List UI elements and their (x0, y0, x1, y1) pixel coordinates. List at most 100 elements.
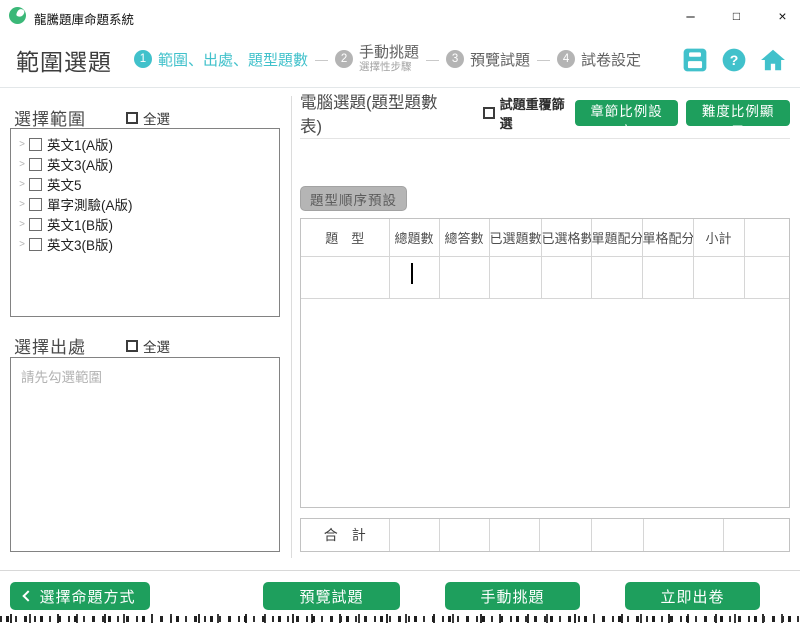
cell-selected-questions[interactable] (489, 256, 541, 298)
title-bar: 龍騰題庫命題系統 – □ × (0, 0, 800, 32)
step-2-sublabel: 選擇性步驟 (359, 62, 419, 74)
right-section-divider (300, 138, 790, 139)
source-title: 選擇出處 (14, 333, 86, 358)
step-separator: — (426, 52, 439, 67)
totals-table: 合 計 (300, 518, 790, 552)
chevron-right-icon[interactable]: > (15, 139, 29, 150)
col-extra (744, 219, 789, 256)
col-question-type: 題 型 (301, 219, 389, 256)
step-2-badge: 2 (335, 50, 353, 68)
step-4-label: 試卷設定 (581, 49, 641, 70)
col-total-questions: 總題數 (389, 219, 439, 256)
step-1[interactable]: 1 範圍、出處、題型題數 (134, 49, 308, 70)
source-placeholder: 請先勾選範圍 (21, 366, 269, 386)
totals-label: 合 計 (301, 519, 389, 551)
step-2[interactable]: 2 手動挑題 選擇性步驟 (335, 45, 419, 73)
app-logo-icon (9, 7, 26, 24)
source-section-header: 選擇出處 全選 (14, 333, 276, 358)
cell-points-per-question[interactable] (591, 256, 642, 298)
chevron-right-icon[interactable]: > (15, 239, 29, 250)
chevron-right-icon[interactable]: > (15, 159, 29, 170)
chapter-ratio-button[interactable]: 章節比例設定 (575, 100, 679, 126)
computer-select-title: 電腦選題(題型題數表) (300, 89, 455, 137)
step-1-label: 範圍、出處、題型題數 (158, 49, 308, 70)
generate-paper-button[interactable]: 立即出卷 (625, 582, 760, 610)
clipped-text-artifact (0, 613, 800, 623)
totals-cell (723, 519, 789, 551)
panel-divider (291, 96, 292, 558)
col-subtotal: 小計 (693, 219, 744, 256)
computer-select-header: 電腦選題(題型題數表) 試題重覆篩選 章節比例設定 難度比例顯示 (300, 99, 790, 126)
tree-item-0[interactable]: > 英文1(A版) (15, 134, 275, 154)
window-title: 龍騰題庫命題系統 (34, 9, 134, 28)
tree-item-2[interactable]: > 英文5 (15, 174, 275, 194)
source-select-all[interactable]: 全選 (126, 336, 170, 356)
back-to-method-button[interactable]: 選擇命題方式 (10, 582, 150, 610)
col-points-per-blank: 單格配分 (642, 219, 693, 256)
tree-item-1[interactable]: > 英文3(A版) (15, 154, 275, 174)
col-points-per-question: 單題配分 (591, 219, 642, 256)
maximize-button[interactable]: □ (714, 0, 759, 32)
cell-subtotal[interactable] (693, 256, 744, 298)
checkbox-icon[interactable] (29, 138, 42, 151)
text-cursor (411, 263, 413, 284)
close-button[interactable]: × (760, 0, 800, 32)
range-tree: > 英文1(A版) > 英文3(A版) > 英文5 > 單字測驗(A版) > 英… (10, 128, 280, 317)
step-separator: — (315, 52, 328, 67)
tree-item-3[interactable]: > 單字測驗(A版) (15, 194, 275, 214)
range-section-header: 選擇範圍 全選 (14, 105, 276, 130)
totals-cell (489, 519, 539, 551)
range-title: 選擇範圍 (14, 105, 86, 130)
chevron-right-icon[interactable]: > (15, 179, 29, 190)
preview-questions-button[interactable]: 預覽試題 (263, 582, 400, 610)
col-total-answers: 總答數 (439, 219, 489, 256)
app-header: 範圍選題 1 範圍、出處、題型題數 — 2 手動挑題 選擇性步驟 — 3 預覽試… (0, 32, 800, 88)
cell-extra (744, 256, 789, 298)
totals-cell (389, 519, 439, 551)
home-icon[interactable] (760, 47, 786, 73)
checkbox-icon[interactable] (126, 340, 138, 352)
tree-item-4[interactable]: > 英文1(B版) (15, 214, 275, 234)
app-window: 龍騰題庫命題系統 – □ × 範圍選題 1 範圍、出處、題型題數 — 2 手動挑… (0, 0, 800, 623)
chevron-right-icon[interactable]: > (15, 199, 29, 210)
cell-points-per-blank[interactable] (642, 256, 693, 298)
manual-pick-button[interactable]: 手動挑題 (445, 582, 580, 610)
checkbox-icon[interactable] (29, 198, 42, 211)
step-separator: — (537, 52, 550, 67)
difficulty-ratio-button[interactable]: 難度比例顯示 (686, 100, 790, 126)
question-type-order-preset-button[interactable]: 題型順序預設 (300, 186, 407, 211)
source-list[interactable]: 請先勾選範圍 (10, 357, 280, 552)
step-3[interactable]: 3 預覽試題 (446, 49, 530, 70)
duplicate-filter-checkbox[interactable]: 試題重覆篩選 (483, 94, 575, 132)
chevron-right-icon[interactable]: > (15, 219, 29, 230)
checkbox-icon[interactable] (29, 178, 42, 191)
step-4[interactable]: 4 試卷設定 (557, 49, 641, 70)
cell-total-questions[interactable] (389, 256, 439, 298)
question-type-table: 題 型 總題數 總答數 已選題數 已選格數 單題配分 單格配分 小計 (300, 218, 790, 508)
totals-cell (539, 519, 591, 551)
checkbox-icon[interactable] (29, 238, 42, 251)
totals-cell (591, 519, 643, 551)
cell-selected-blanks[interactable] (541, 256, 591, 298)
wizard-steps: 1 範圍、出處、題型題數 — 2 手動挑題 選擇性步驟 — 3 預覽試題 — 4… (134, 45, 641, 73)
tree-item-5[interactable]: > 英文3(B版) (15, 234, 275, 254)
save-icon[interactable] (682, 47, 708, 73)
cell-question-type[interactable] (301, 256, 389, 298)
checkbox-icon[interactable] (126, 112, 138, 124)
cell-total-answers[interactable] (439, 256, 489, 298)
checkbox-icon[interactable] (29, 218, 42, 231)
help-icon[interactable]: ? (721, 47, 747, 73)
table-header-row: 題 型 總題數 總答數 已選題數 已選格數 單題配分 單格配分 小計 (301, 219, 789, 256)
range-select-all[interactable]: 全選 (126, 108, 170, 128)
step-3-badge: 3 (446, 50, 464, 68)
step-4-badge: 4 (557, 50, 575, 68)
checkbox-icon[interactable] (29, 158, 42, 171)
footer-divider (0, 570, 800, 571)
minimize-button[interactable]: – (668, 0, 713, 32)
step-2-label: 手動挑題 (359, 45, 419, 62)
checkbox-icon[interactable] (483, 107, 495, 119)
col-selected-questions: 已選題數 (489, 219, 541, 256)
step-1-badge: 1 (134, 50, 152, 68)
col-selected-blanks: 已選格數 (541, 219, 591, 256)
table-row (301, 256, 789, 298)
